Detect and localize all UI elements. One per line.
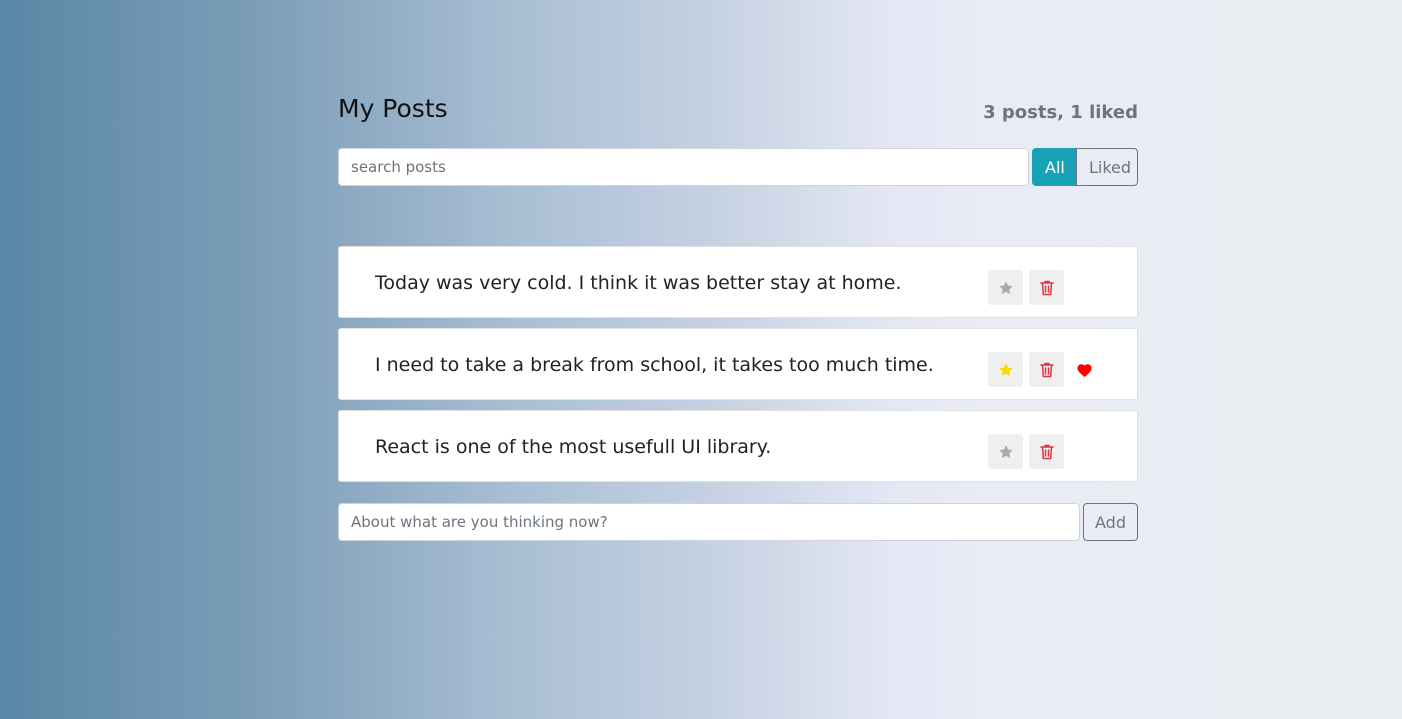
delete-button[interactable] [1029,352,1064,387]
heart-icon [1077,364,1092,377]
list-item[interactable]: Today was very cold. I think it was bett… [338,246,1138,318]
important-button[interactable] [988,270,1023,305]
new-post-input[interactable] [338,503,1080,541]
list-item[interactable]: I need to take a break from school, it t… [338,328,1138,400]
list-item[interactable]: React is one of the most usefull UI libr… [338,410,1138,482]
filter-liked-button[interactable]: Liked [1076,148,1138,186]
post-actions [988,352,1093,387]
delete-button[interactable] [1029,270,1064,305]
important-button[interactable] [988,434,1023,469]
post-text[interactable]: Today was very cold. I think it was bett… [375,272,902,294]
trash-icon [1039,362,1054,377]
app-header: My Posts 3 posts, 1 liked [338,90,1138,134]
liked-indicator [1076,362,1093,377]
star-icon [998,362,1013,376]
add-button[interactable]: Add [1083,503,1138,541]
page-title: My Posts [338,94,448,123]
search-input[interactable] [338,148,1029,186]
post-text[interactable]: React is one of the most usefull UI libr… [375,436,771,458]
star-icon [998,444,1013,458]
search-panel: All Liked [338,148,1138,186]
filter-group: All Liked [1032,148,1138,186]
delete-button[interactable] [1029,434,1064,469]
trash-icon [1039,444,1054,459]
post-list: Today was very cold. I think it was bett… [338,246,1138,492]
post-text[interactable]: I need to take a break from school, it t… [375,354,934,376]
post-actions [988,270,1070,305]
filter-all-button[interactable]: All [1032,148,1076,186]
add-post-form: Add [338,503,1138,541]
post-counter: 3 posts, 1 liked [983,102,1138,123]
important-button[interactable] [988,352,1023,387]
post-actions [988,434,1070,469]
trash-icon [1039,280,1054,295]
star-icon [998,280,1013,294]
